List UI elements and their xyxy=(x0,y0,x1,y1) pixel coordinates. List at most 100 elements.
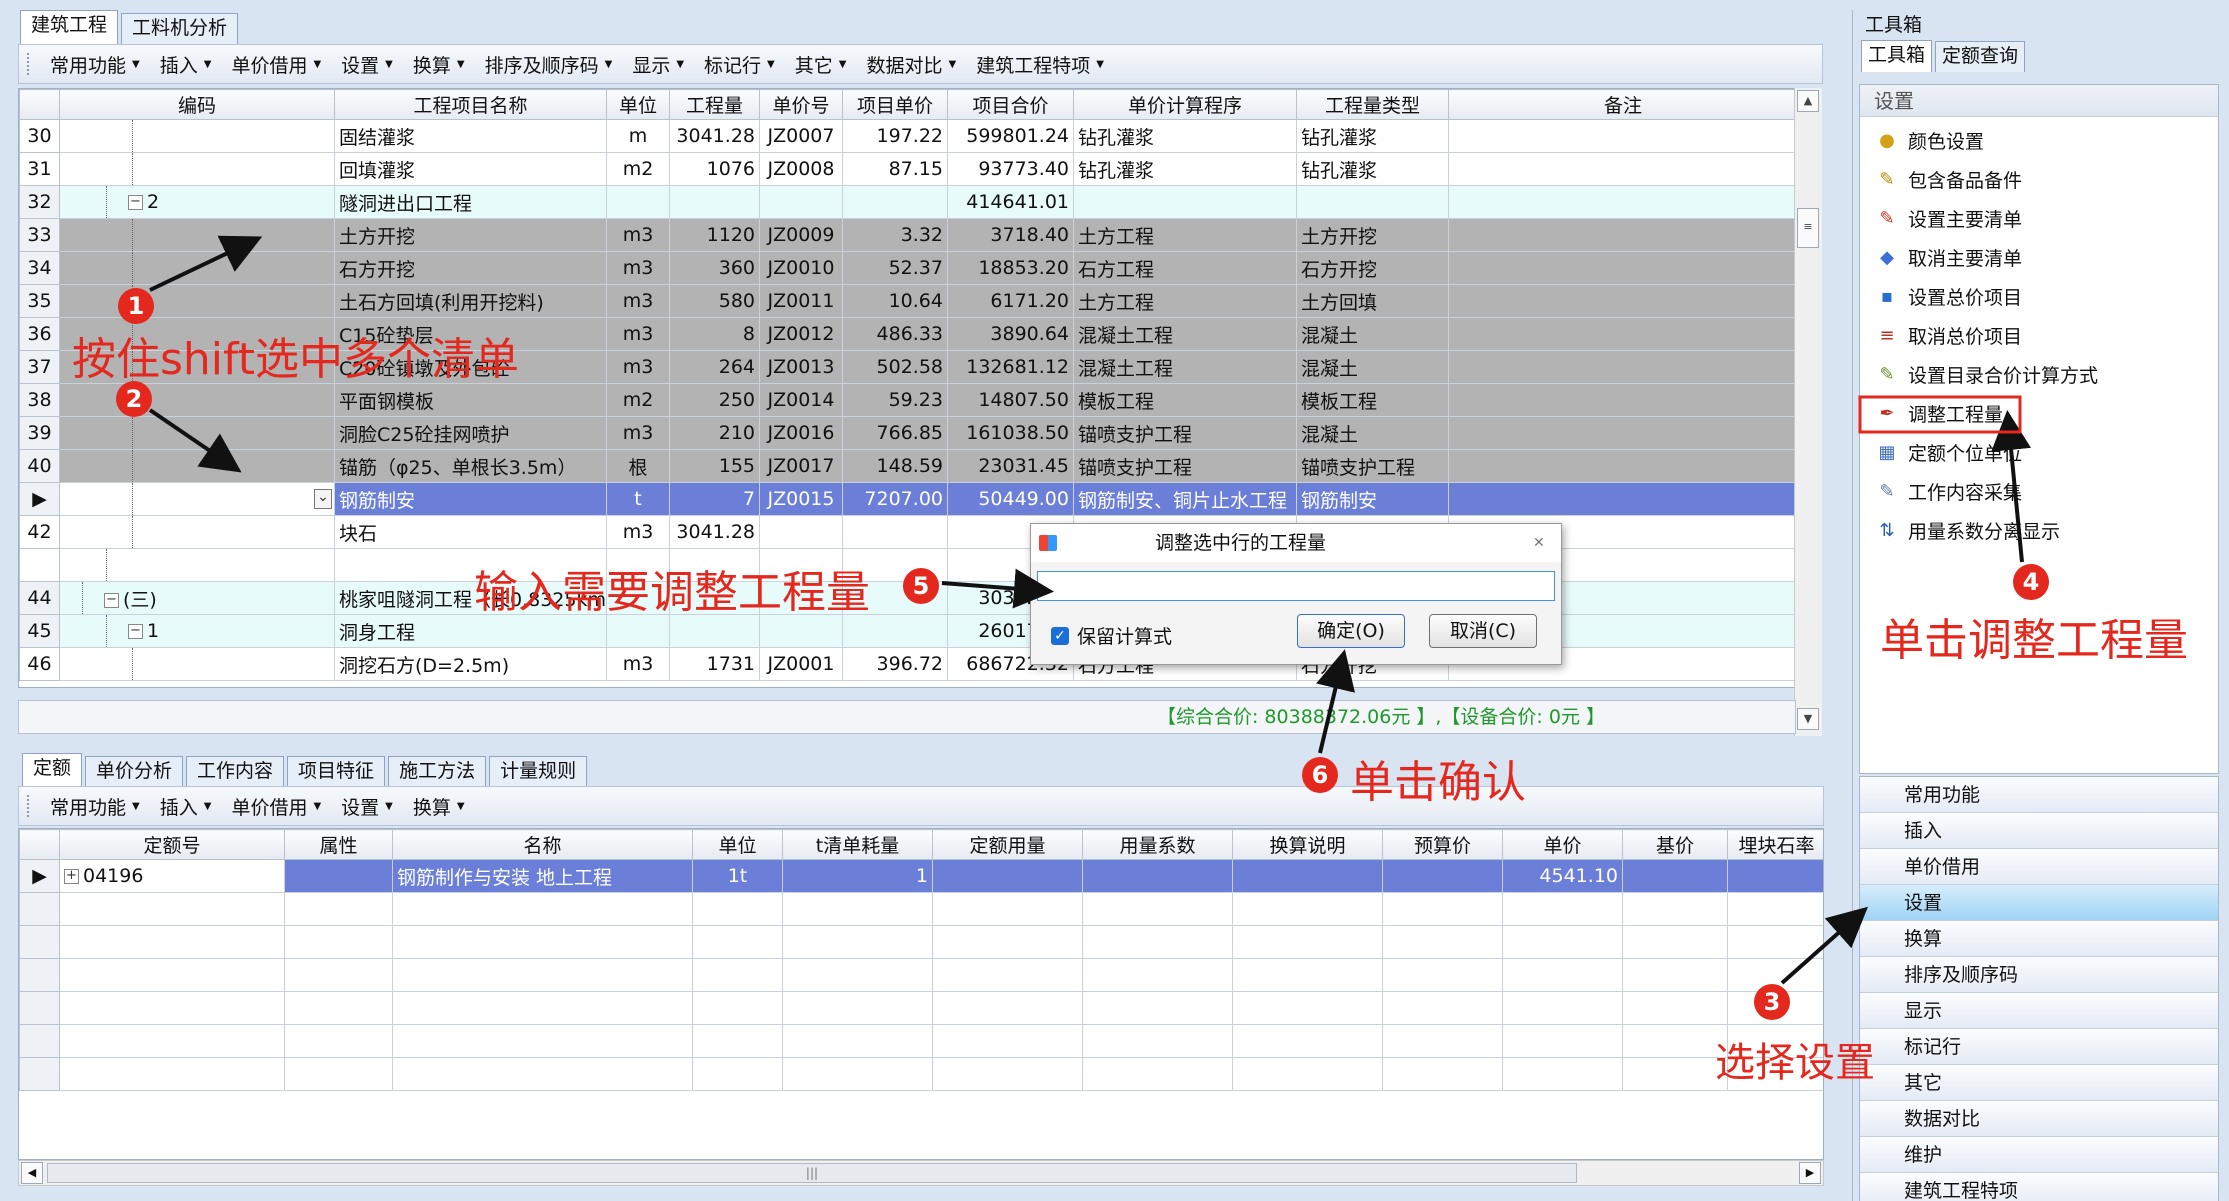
toolbox-item[interactable]: ≡ 取消总价项目 xyxy=(1860,316,2218,355)
toolbox-item[interactable]: ✎ 设置目录合价计算方式 xyxy=(1860,355,2218,394)
row-total[interactable]: 132681.12 xyxy=(947,350,1074,384)
row-qty[interactable]: 210 xyxy=(669,416,760,450)
row-calc-program[interactable]: 锚喷支护工程 xyxy=(1073,449,1297,483)
row-unit[interactable] xyxy=(606,185,670,219)
header-stone-rate[interactable]: 埋块石率 xyxy=(1727,829,1823,860)
quota-price[interactable]: 4541.10 xyxy=(1502,859,1623,893)
empty-cell[interactable] xyxy=(1502,925,1623,959)
header-code[interactable]: 编码 xyxy=(59,89,335,120)
empty-cell[interactable] xyxy=(59,892,285,926)
empty-cell[interactable] xyxy=(1082,1024,1233,1058)
row-calc-program[interactable]: 混凝土工程 xyxy=(1073,317,1297,351)
main-grid-scrollbar[interactable]: ▲ ≡ ▼ xyxy=(1794,88,1822,736)
empty-cell[interactable] xyxy=(1502,958,1623,992)
row-unit[interactable]: 根 xyxy=(606,449,670,483)
quota-usage[interactable] xyxy=(932,859,1083,893)
empty-cell[interactable] xyxy=(392,892,693,926)
row-unit[interactable]: m3 xyxy=(606,317,670,351)
row-qty-type[interactable]: 钻孔灌浆 xyxy=(1296,152,1449,186)
toolbar-convert[interactable]: 换算 ▼ xyxy=(413,51,465,78)
row-total[interactable]: 23031.45 xyxy=(947,449,1074,483)
row-qty-type[interactable]: 石方开挖 xyxy=(1296,251,1449,285)
row-unit[interactable]: m2 xyxy=(606,152,670,186)
accordion-item[interactable]: 维护 xyxy=(1860,1137,2218,1173)
accordion-item[interactable]: 其它 xyxy=(1860,1065,2218,1101)
row-price-id[interactable]: JZ0010 xyxy=(759,251,843,285)
row-calc-program[interactable]: 混凝土工程 xyxy=(1073,350,1297,384)
toolbar-sort[interactable]: 排序及顺序码 ▼ xyxy=(485,51,613,78)
row-price-id[interactable]: JZ0015 xyxy=(759,482,843,516)
row-qty-type[interactable]: 混凝土 xyxy=(1296,317,1449,351)
header-quota-unit[interactable]: 单位 xyxy=(692,829,783,860)
empty-cell[interactable] xyxy=(1232,925,1383,959)
accordion-item[interactable]: 设置 xyxy=(1860,885,2218,921)
row-name[interactable]: 土石方回填(利用开挖料) xyxy=(334,284,607,318)
empty-cell[interactable] xyxy=(392,991,693,1025)
row-unit-price[interactable]: 486.33 xyxy=(842,317,948,351)
empty-cell[interactable] xyxy=(392,958,693,992)
qty-input[interactable] xyxy=(1037,571,1555,601)
cancel-button[interactable]: 取消(C) xyxy=(1429,614,1537,648)
row-qty[interactable]: 360 xyxy=(669,251,760,285)
row-code-cell[interactable] xyxy=(59,548,335,582)
row-price-id[interactable]: JZ0007 xyxy=(759,119,843,153)
collapse-icon[interactable]: − xyxy=(128,624,143,639)
toolbar-mark-row[interactable]: 标记行 ▼ xyxy=(704,51,775,78)
row-number[interactable]: 46 xyxy=(19,647,60,681)
toolbar-price-borrow[interactable]: 单价借用 ▼ xyxy=(231,51,321,78)
header-calc-program[interactable]: 单价计算程序 xyxy=(1073,89,1297,120)
row-unit-price[interactable]: 148.59 xyxy=(842,449,948,483)
close-icon[interactable]: ✕ xyxy=(1533,524,1545,562)
empty-cell[interactable] xyxy=(692,991,783,1025)
row-unit[interactable]: m3 xyxy=(606,515,670,549)
quota-empty-row[interactable] xyxy=(19,1057,1823,1091)
accordion-item[interactable]: 常用功能 xyxy=(1860,777,2218,813)
empty-cell[interactable] xyxy=(1382,958,1503,992)
quota-empty-row[interactable] xyxy=(19,991,1823,1025)
empty-cell[interactable] xyxy=(392,925,693,959)
quota-row[interactable]: ▶ +04196 钢筋制作与安装 地上工程 1t 1 4541.10 xyxy=(19,859,1823,893)
accordion-item[interactable]: 数据对比 xyxy=(1860,1101,2218,1137)
table-row[interactable]: 40 锚筋（φ25、单根长3.5m）根 155 JZ0017 148.59 23031.4… xyxy=(19,449,1795,483)
row-price-id[interactable]: JZ0017 xyxy=(759,449,843,483)
row-remark[interactable] xyxy=(1448,284,1795,318)
row-code-cell[interactable] xyxy=(59,515,335,549)
empty-cell[interactable] xyxy=(1082,1057,1233,1091)
tab-quota-query[interactable]: 定额查询 xyxy=(1935,41,2026,72)
row-calc-program[interactable]: 锚喷支护工程 xyxy=(1073,416,1297,450)
row-total[interactable]: 414641.01 xyxy=(947,185,1074,219)
row-qty[interactable]: 1076 xyxy=(669,152,760,186)
hscroll-thumb[interactable]: ||| xyxy=(47,1163,1577,1183)
tab-work-content[interactable]: 工作内容 xyxy=(186,756,285,787)
row-number[interactable]: 31 xyxy=(19,152,60,186)
quota-empty-row[interactable] xyxy=(19,925,1823,959)
toolbox-item[interactable]: ✎ 包含备品备件 xyxy=(1860,160,2218,199)
toolbar-special[interactable]: 建筑工程特项 ▼ xyxy=(976,51,1104,78)
row-code-cell[interactable]: ⌄ xyxy=(59,482,335,516)
row-remark[interactable] xyxy=(1448,218,1795,252)
header-price[interactable]: 单价 xyxy=(1502,829,1623,860)
row-unit-price[interactable]: 59.23 xyxy=(842,383,948,417)
header-convert-note[interactable]: 换算说明 xyxy=(1232,829,1383,860)
header-coef[interactable]: 用量系数 xyxy=(1082,829,1233,860)
row-unit[interactable]: t xyxy=(606,482,670,516)
empty-cell[interactable] xyxy=(1382,1057,1503,1091)
row-remark[interactable] xyxy=(1448,449,1795,483)
empty-cell[interactable] xyxy=(782,958,933,992)
empty-cell[interactable] xyxy=(692,925,783,959)
accordion-item[interactable]: 标记行 xyxy=(1860,1029,2218,1065)
header-total[interactable]: 项目合价 xyxy=(947,89,1074,120)
empty-cell[interactable] xyxy=(284,958,393,992)
toolbox-item[interactable]: ✎ 设置主要清单 xyxy=(1860,199,2218,238)
row-number[interactable]: 30 xyxy=(19,119,60,153)
empty-cell[interactable] xyxy=(392,1057,693,1091)
toolbar-display[interactable]: 显示 ▼ xyxy=(632,51,684,78)
row-unit[interactable]: m3 xyxy=(606,416,670,450)
row-name[interactable]: 块石 xyxy=(334,515,607,549)
empty-cell[interactable] xyxy=(692,1057,783,1091)
header-budget-price[interactable]: 预算价 xyxy=(1382,829,1503,860)
row-price-id[interactable]: JZ0011 xyxy=(759,284,843,318)
row-name[interactable]: 洞挖石方(D=2.5m) xyxy=(334,647,607,681)
quota-empty-row[interactable] xyxy=(19,958,1823,992)
bottom-toolbar-insert[interactable]: 插入 ▼ xyxy=(160,793,212,820)
